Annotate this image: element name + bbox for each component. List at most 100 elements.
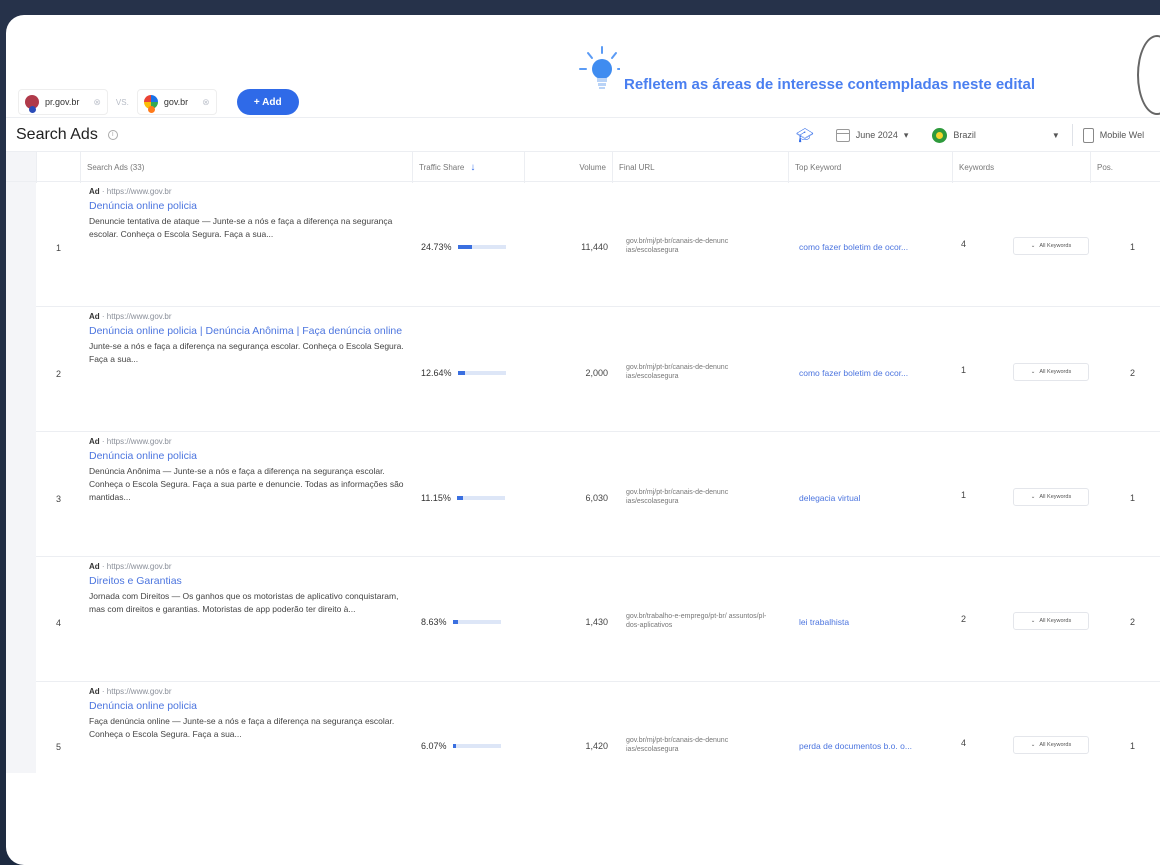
table-row[interactable]: 1 Ad · https://www.gov.br Denúncia onlin… (36, 182, 1160, 307)
keyword-count: 1 (961, 365, 967, 375)
ad-label: Ad (89, 187, 100, 196)
traffic-share: 11.15% (421, 493, 505, 503)
ad-block: Ad · https://www.gov.br Denúncia online … (89, 687, 409, 741)
ad-url[interactable]: · https://www.gov.br (100, 687, 172, 696)
page-title: Search Ads (16, 125, 98, 143)
top-keyword-link[interactable]: lei trabalhista (799, 617, 939, 627)
final-url[interactable]: gov.br/mj/pt-br/canais-de-denunc ias/esc… (626, 237, 776, 255)
ad-url[interactable]: · https://www.gov.br (100, 187, 172, 196)
ad-title[interactable]: Denúncia online policia (89, 198, 409, 214)
section-header: Search Ads i 🎓︎ June 2024 ▾ Brazil ▼ Mob… (6, 117, 1160, 151)
final-url[interactable]: gov.br/mj/pt-br/canais-de-denunc ias/esc… (626, 363, 776, 381)
header-share-label: Traffic Share (419, 163, 465, 172)
table-row[interactable]: 4 Ad · https://www.gov.br Direitos e Gar… (36, 557, 1160, 682)
share-bar (457, 371, 506, 375)
row-number: 2 (56, 369, 62, 379)
ad-label: Ad (89, 687, 100, 696)
add-button[interactable]: + Add (236, 89, 299, 115)
traffic-share: 24.73% (421, 242, 506, 252)
share-value: 8.63% (421, 617, 447, 627)
top-keyword-link[interactable]: como fazer boletim de ocor... (799, 368, 939, 378)
date-label: June 2024 (855, 130, 898, 140)
share-bar-fill (452, 744, 456, 748)
ad-url[interactable]: · https://www.gov.br (100, 562, 172, 571)
country-label: Brazil (953, 130, 976, 140)
final-url[interactable]: gov.br/trabalho-e-emprego/pt-br/ assunto… (626, 612, 776, 630)
info-icon[interactable]: i (107, 129, 118, 140)
header-url[interactable]: Final URL (612, 152, 788, 183)
share-bar-fill (457, 371, 465, 375)
header-volume[interactable]: Volume (524, 152, 612, 183)
traffic-share: 6.07% (421, 741, 501, 751)
all-keywords-button[interactable]: ⌄ All Keywords (1013, 363, 1089, 381)
chevron-down-icon: ⌄ (1030, 243, 1036, 249)
search-ads-table: Search Ads (33) Traffic Share ↓ Volume F… (6, 151, 1160, 773)
ad-url[interactable]: · https://www.gov.br (100, 312, 172, 321)
date-picker[interactable]: June 2024 ▾ (835, 128, 908, 142)
all-keywords-label: All Keywords (1039, 494, 1072, 500)
ad-url[interactable]: · https://www.gov.br (100, 437, 172, 446)
keyword-count: 1 (961, 490, 967, 500)
traffic-share: 8.63% (421, 617, 501, 627)
share-bar (452, 744, 501, 748)
header-ad[interactable]: Search Ads (33) (80, 152, 412, 183)
ad-title[interactable]: Denúncia online policia | Denúncia Anôni… (89, 323, 409, 339)
domain-chip-2[interactable]: gov.br ⊗ (136, 89, 217, 115)
all-keywords-button[interactable]: ⌄ All Keywords (1013, 237, 1089, 255)
final-url[interactable]: gov.br/mj/pt-br/canais-de-denunc ias/esc… (626, 488, 776, 506)
share-bar-fill (452, 620, 458, 624)
country-select[interactable]: Brazil ▼ (908, 127, 1060, 143)
header-index (36, 152, 80, 183)
share-value: 6.07% (421, 741, 447, 751)
chevron-down-icon: ⌄ (1030, 494, 1036, 500)
table-header: Search Ads (33) Traffic Share ↓ Volume F… (6, 151, 1160, 183)
ad-meta: Ad · https://www.gov.br (89, 437, 409, 446)
graduation-cap-icon[interactable]: 🎓︎ (796, 127, 814, 144)
top-keyword-link[interactable]: perda de documentos b.o. o... (799, 741, 939, 751)
top-keyword-link[interactable]: como fazer boletim de ocor... (799, 242, 939, 252)
ad-description: Faça denúncia online — Junte-se a nós e … (89, 716, 395, 739)
header-top-keyword[interactable]: Top Keyword (788, 152, 952, 183)
position-value: 1 (1130, 242, 1136, 252)
ad-title[interactable]: Denúncia online policia (89, 698, 409, 714)
top-keyword-link[interactable]: delegacia virtual (799, 493, 939, 503)
ad-label: Ad (89, 437, 100, 446)
all-keywords-button[interactable]: ⌄ All Keywords (1013, 612, 1089, 630)
sort-down-icon: ↓ (470, 162, 476, 173)
header-share[interactable]: Traffic Share ↓ (412, 152, 524, 183)
ad-block: Ad · https://www.gov.br Denúncia online … (89, 312, 409, 366)
table-row[interactable]: 3 Ad · https://www.gov.br Denúncia onlin… (36, 432, 1160, 557)
gov-favicon-icon (143, 95, 158, 113)
remove-icon[interactable]: ⊗ (93, 97, 101, 108)
header-pos[interactable]: Pos. (1090, 152, 1160, 183)
volume-value: 6,030 (585, 493, 608, 503)
chevron-down-icon: ⌄ (1030, 369, 1036, 375)
final-url[interactable]: gov.br/mj/pt-br/canais-de-denunc ias/esc… (626, 736, 776, 754)
row-number: 1 (56, 243, 62, 253)
share-bar (456, 496, 505, 500)
keyword-count: 2 (961, 614, 967, 624)
remove-icon[interactable]: ⊗ (202, 97, 210, 108)
share-value: 24.73% (421, 242, 452, 252)
domain-1-label: pr.gov.br (45, 97, 80, 107)
table-row[interactable]: 2 Ad · https://www.gov.br Denúncia onlin… (36, 307, 1160, 432)
ad-description: Denúncia Anônima — Junte-se a nós e faça… (89, 466, 404, 502)
header-keywords[interactable]: Keywords (952, 152, 1090, 183)
position-value: 1 (1130, 741, 1136, 751)
vs-label: VS. (115, 97, 129, 107)
table-row[interactable]: 5 Ad · https://www.gov.br Denúncia onlin… (36, 682, 1160, 773)
all-keywords-button[interactable]: ⌄ All Keywords (1013, 736, 1089, 754)
all-keywords-label: All Keywords (1039, 742, 1072, 748)
domain-chip-1[interactable]: pr.gov.br ⊗ (18, 89, 108, 115)
mobile-icon (1082, 127, 1094, 143)
device-select[interactable]: Mobile Wel (1082, 127, 1144, 143)
ad-title[interactable]: Denúncia online policia (89, 448, 409, 464)
position-value: 2 (1130, 368, 1136, 378)
all-keywords-label: All Keywords (1039, 618, 1072, 624)
all-keywords-label: All Keywords (1039, 369, 1072, 375)
row-number: 5 (56, 742, 62, 752)
ad-description: Denuncie tentativa de ataque — Junte-se … (89, 216, 393, 239)
all-keywords-button[interactable]: ⌄ All Keywords (1013, 488, 1089, 506)
ad-title[interactable]: Direitos e Garantias (89, 573, 409, 589)
ad-meta: Ad · https://www.gov.br (89, 312, 409, 321)
